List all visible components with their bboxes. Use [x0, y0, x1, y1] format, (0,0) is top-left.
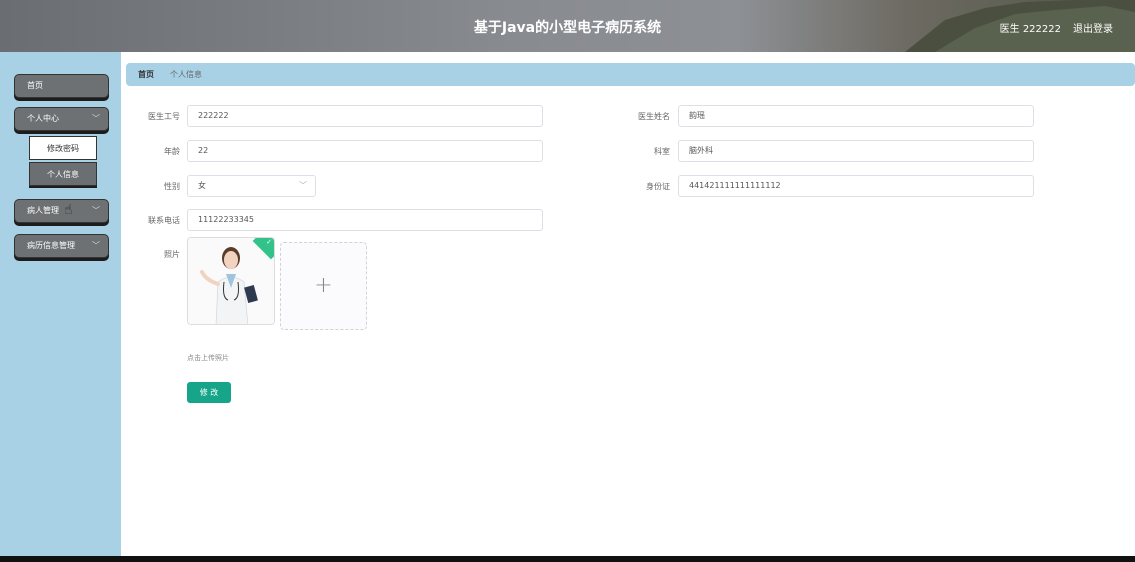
photo-label: 照片 [164, 250, 180, 259]
upload-hint: 点击上传照片 [187, 354, 229, 362]
current-user: 医生 222222 [999, 24, 1061, 35]
breadcrumb-home[interactable]: 首页 [138, 69, 154, 80]
hand-cursor-icon: ☝ [64, 202, 73, 218]
check-icon: ✓ [266, 238, 272, 246]
chevron-down-icon: ﹀ [92, 241, 100, 250]
submenu-change-password[interactable]: 修改密码 [29, 136, 97, 160]
doctor-name-label: 医生姓名 [638, 112, 670, 121]
idcard-label: 身份证 [646, 182, 670, 191]
sidebar-item-patient-management[interactable]: 病人管理 ﹀ [14, 199, 109, 223]
sidebar-item-label: 病历信息管理 [27, 241, 75, 250]
idcard-field[interactable]: 441421111111111112 [678, 175, 1034, 197]
top-header: 基于Java的小型电子病历系统 医生 222222 退出登录 [0, 0, 1135, 52]
department-field[interactable]: 脑外科 [678, 140, 1034, 162]
uploaded-photo[interactable]: ✓ [187, 237, 275, 325]
age-field[interactable]: 22 [187, 140, 543, 162]
breadcrumb: 首页 个人信息 [126, 63, 1135, 86]
doctor-id-label: 医生工号 [148, 112, 180, 121]
gender-select[interactable]: 女 ﹀ [187, 175, 316, 197]
sidebar-item-personal-center[interactable]: 个人中心 ﹀ [14, 107, 109, 131]
phone-label: 联系电话 [148, 216, 180, 225]
sidebar-item-home[interactable]: 首页 [14, 74, 109, 98]
modify-button[interactable]: 修 改 [187, 382, 231, 403]
breadcrumb-current: 个人信息 [170, 70, 202, 79]
sidebar-item-label: 首页 [27, 81, 43, 90]
upload-photo-button[interactable]: + [280, 242, 367, 330]
logout-link[interactable]: 退出登录 [1073, 20, 1113, 35]
doctor-id-field[interactable]: 222222 [187, 105, 543, 127]
sidebar-item-label: 病人管理 [27, 206, 59, 215]
sidebar-item-label: 个人中心 [27, 114, 59, 123]
department-label: 科室 [654, 147, 670, 156]
chevron-down-icon: ﹀ [92, 206, 100, 215]
submenu-personal-info[interactable]: 个人信息 [29, 162, 97, 186]
app-title: 基于Java的小型电子病历系统 [473, 20, 662, 36]
sidebar-item-record-management[interactable]: 病历信息管理 ﹀ [14, 234, 109, 258]
phone-field[interactable]: 11122233345 [187, 209, 543, 231]
chevron-down-icon: ﹀ [92, 114, 100, 123]
age-label: 年龄 [164, 147, 180, 156]
bottom-border [0, 556, 1135, 562]
chevron-down-icon: ﹀ [299, 181, 307, 190]
gender-value: 女 [198, 181, 206, 190]
gender-label: 性别 [164, 182, 180, 191]
doctor-name-field[interactable]: 韵瑶 [678, 105, 1034, 127]
